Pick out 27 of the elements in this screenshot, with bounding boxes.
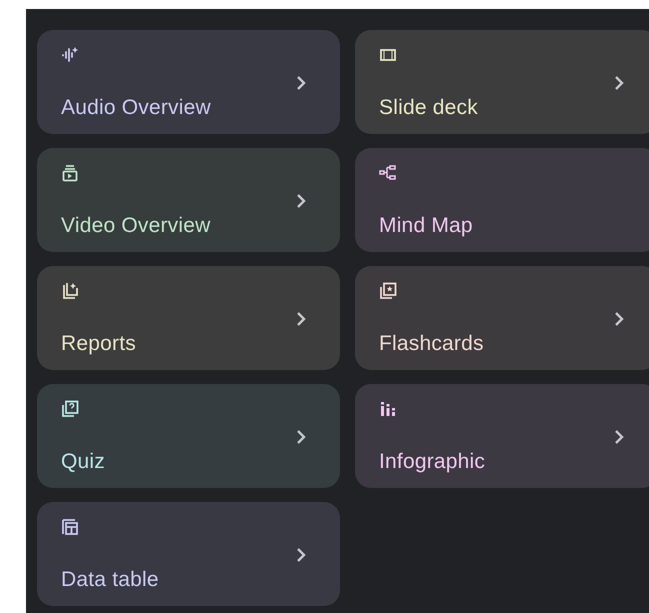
card-label: Slide deck (379, 95, 478, 121)
slide-icon (379, 46, 397, 64)
output-card[interactable]: Data table (37, 502, 340, 606)
card-label: Infographic (379, 449, 486, 475)
card-label: Flashcards (379, 331, 484, 357)
documents-sparkle-icon (61, 282, 79, 300)
card-label: Quiz (61, 449, 105, 475)
cards-star-icon (379, 282, 397, 300)
output-card[interactable]: Video Overview (37, 148, 340, 252)
card-label: Data table (61, 567, 159, 593)
card-label: Audio Overview (61, 95, 211, 121)
card-label: Video Overview (61, 213, 210, 239)
bar-chart-icon (379, 400, 397, 418)
question-cards-icon (61, 400, 79, 418)
mind-map-icon (379, 164, 397, 182)
output-card[interactable]: Audio Overview (37, 30, 340, 134)
table-icon (61, 518, 79, 536)
output-card[interactable]: Infographic (355, 384, 649, 488)
sound-wave-sparkle-icon (61, 46, 79, 64)
output-card[interactable]: Flashcards (355, 266, 649, 370)
card-label: Reports (61, 331, 136, 357)
output-card[interactable]: Reports (37, 266, 340, 370)
card-label: Mind Map (379, 213, 473, 239)
video-icon (61, 164, 79, 182)
output-card[interactable]: Quiz (37, 384, 340, 488)
output-card[interactable]: Slide deck (355, 30, 649, 134)
output-card[interactable]: Mind Map (355, 148, 649, 252)
